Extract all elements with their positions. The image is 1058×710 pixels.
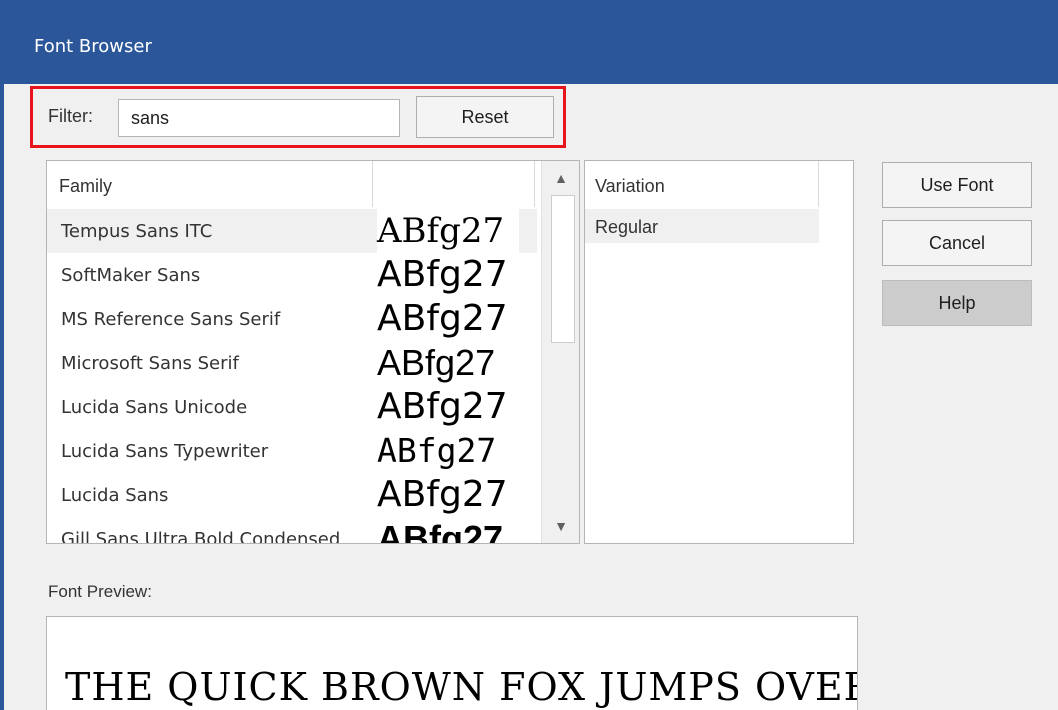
- window-title: Font Browser: [34, 36, 152, 57]
- font-sample: ABfg27: [377, 209, 519, 253]
- font-sample: ABfg27: [377, 385, 519, 429]
- family-name: Microsoft Sans Serif: [61, 353, 239, 374]
- family-name: SoftMaker Sans: [61, 265, 201, 286]
- variation-list[interactable]: Variation Regular: [584, 160, 854, 544]
- family-row[interactable]: Lucida Sans ABfg27: [47, 473, 537, 517]
- font-sample: ABfg27: [377, 473, 519, 517]
- cancel-button[interactable]: Cancel: [882, 220, 1032, 266]
- scroll-up-arrow-icon[interactable]: ▲: [542, 161, 579, 195]
- font-sample: ABfg27: [377, 297, 519, 341]
- family-name: Tempus Sans ITC: [61, 221, 213, 242]
- font-sample: ABfg27: [377, 429, 519, 473]
- window-border: [0, 84, 4, 710]
- filter-label: Filter:: [48, 106, 93, 126]
- family-row[interactable]: Gill Sans Ultra Bold Condensed ABfg27: [47, 517, 537, 544]
- variation-name: Regular: [595, 217, 659, 237]
- reset-button[interactable]: Reset: [416, 96, 554, 138]
- variation-row[interactable]: Regular: [585, 209, 819, 243]
- filter-input[interactable]: [118, 99, 400, 137]
- family-row[interactable]: Tempus Sans ITC ABfg27: [47, 209, 537, 253]
- family-row[interactable]: SoftMaker Sans ABfg27: [47, 253, 537, 297]
- font-preview-box: THE QUICK BROWN FOX JUMPS OVER THE: [46, 616, 858, 710]
- font-preview-text: THE QUICK BROWN FOX JUMPS OVER THE: [65, 665, 857, 709]
- family-row[interactable]: Microsoft Sans Serif ABfg27: [47, 341, 537, 385]
- title-bar: Font Browser: [0, 0, 1058, 84]
- family-row[interactable]: MS Reference Sans Serif ABfg27: [47, 297, 537, 341]
- use-font-button[interactable]: Use Font: [882, 162, 1032, 208]
- family-list-scrollbar[interactable]: ▲ ▼: [541, 161, 579, 543]
- help-button[interactable]: Help: [882, 280, 1032, 326]
- family-row[interactable]: Lucida Sans Unicode ABfg27: [47, 385, 537, 429]
- family-list[interactable]: Family Tempus Sans ITC ABfg27 SoftMaker …: [46, 160, 580, 544]
- family-name: MS Reference Sans Serif: [61, 309, 281, 330]
- column-header-variation[interactable]: Variation: [585, 161, 819, 207]
- family-row[interactable]: Lucida Sans Typewriter ABfg27: [47, 429, 537, 473]
- font-sample: ABfg27: [377, 253, 519, 297]
- scroll-down-arrow-icon[interactable]: ▼: [542, 509, 579, 543]
- family-name: Lucida Sans: [61, 485, 169, 506]
- scroll-thumb[interactable]: [551, 195, 575, 343]
- column-header-family[interactable]: Family: [47, 161, 373, 207]
- font-sample: ABfg27: [377, 517, 519, 543]
- font-sample: ABfg27: [377, 341, 519, 385]
- column-header-sample[interactable]: [373, 161, 535, 207]
- family-name: Lucida Sans Typewriter: [61, 441, 269, 462]
- family-name: Gill Sans Ultra Bold Condensed: [61, 529, 341, 544]
- family-list-header: Family: [47, 161, 537, 207]
- font-preview-label: Font Preview:: [48, 582, 152, 601]
- family-name: Lucida Sans Unicode: [61, 397, 248, 418]
